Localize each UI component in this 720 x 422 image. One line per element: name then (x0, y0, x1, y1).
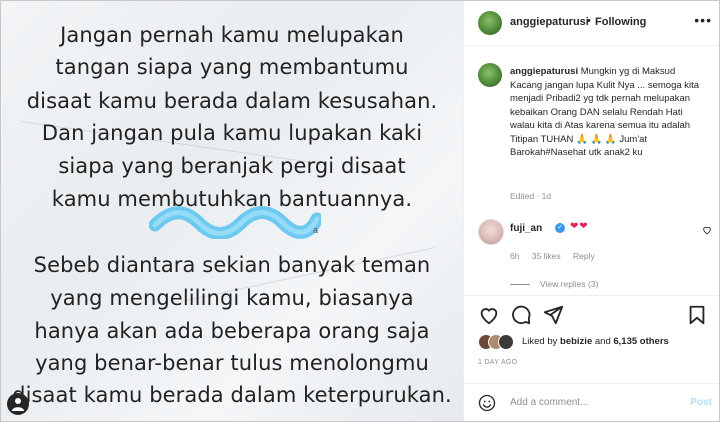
comment-time[interactable]: 6h (510, 251, 519, 261)
post-sidebar: anggiepaturusi • Following ••• anggiepat… (463, 1, 719, 421)
view-replies-label[interactable]: View replies (3) (540, 279, 598, 289)
likes-summary[interactable]: Liked by bebizie and 6,135 others (478, 333, 718, 351)
caption-body: Mungkin yg di Maksud Kacang jangan lupa … (510, 66, 700, 158)
tagged-user-icon[interactable] (7, 393, 29, 415)
commenter-avatar[interactable] (478, 219, 504, 245)
post-image[interactable]: Jangan pernah kamu melupakan tangan siap… (1, 1, 463, 421)
comment-like-heart-icon[interactable] (702, 225, 712, 235)
post-header: anggiepaturusi • Following ••• (464, 1, 719, 46)
verified-badge-icon: ✓ (555, 223, 565, 233)
comment-text: ❤❤ (570, 221, 589, 232)
post-timestamp[interactable]: 1 DAY AGO (478, 359, 517, 366)
comment-likes[interactable]: 35 likes (532, 251, 561, 261)
more-horizontal-icon[interactable]: ••• (694, 12, 712, 28)
like-heart-icon[interactable] (478, 304, 500, 326)
emoji-smiley-icon[interactable] (478, 394, 496, 412)
commenter-username[interactable]: fuji_an (510, 223, 542, 234)
replies-divider (510, 284, 530, 286)
quote-line: Sebeb diantara sekian banyak teman (33, 253, 431, 277)
quote-line: siapa yang beranjak pergi disaat (58, 154, 406, 178)
caption-meta: Edited · 1d (510, 191, 552, 201)
header-separator: • (587, 15, 591, 27)
quote-line: yang mengelilingi kamu, biasanya (50, 286, 414, 310)
quote-line: hanya akan ada beberapa orang saja (34, 319, 430, 343)
post-comment-button[interactable]: Post (690, 397, 712, 408)
quote-line: Dan jangan pula kamu lupakan kaki (41, 121, 423, 145)
caption-username[interactable]: anggiepaturusi (510, 66, 578, 77)
quote-line: yang benar-benar tulus menolongmu (35, 351, 429, 375)
likes-text: Liked by bebizie and 6,135 others (522, 336, 669, 347)
view-replies-button[interactable]: View replies (3) (510, 279, 598, 289)
following-button[interactable]: Following (595, 16, 646, 28)
quote-line: Jangan pernah kamu melupakan (60, 23, 404, 47)
author-avatar[interactable] (478, 11, 502, 35)
instagram-post-window: Jangan pernah kamu melupakan tangan siap… (0, 0, 720, 422)
add-comment-input[interactable]: Add a comment... (510, 397, 588, 408)
add-comment-bar: Add a comment... Post (464, 383, 719, 421)
comment-reply-button[interactable]: Reply (573, 251, 595, 261)
liked-by-label: Liked by (522, 336, 558, 347)
share-paper-plane-icon[interactable] (542, 304, 564, 326)
caption-text-block: anggiepaturusi Mungkin yg di Maksud Kaca… (510, 65, 710, 160)
quote-line: disaat kamu berada dalam keterpurukan. (12, 383, 452, 407)
likes-others-count[interactable]: 6,135 others (613, 336, 668, 347)
comment-item: fuji_an ✓ ❤❤ 6h 35 likes Reply (478, 219, 714, 269)
action-bar (464, 295, 719, 334)
comment-meta: 6h 35 likes Reply (510, 251, 605, 261)
blurred-watermark: a (148, 205, 324, 240)
liked-by-user[interactable]: bebizie (560, 336, 592, 347)
likes-and-label: and (594, 336, 611, 347)
liker-avatar (498, 334, 514, 350)
caption-avatar[interactable] (478, 63, 502, 87)
save-bookmark-icon[interactable] (686, 304, 708, 326)
comment-bubble-icon[interactable] (510, 304, 532, 326)
quote-line: disaat kamu berada dalam kesusahan. (26, 89, 438, 113)
author-username[interactable]: anggiepaturusi (510, 16, 589, 28)
quote-line: tangan siapa yang membantumu (55, 55, 409, 79)
blurred-text-suffix: a (313, 225, 319, 235)
